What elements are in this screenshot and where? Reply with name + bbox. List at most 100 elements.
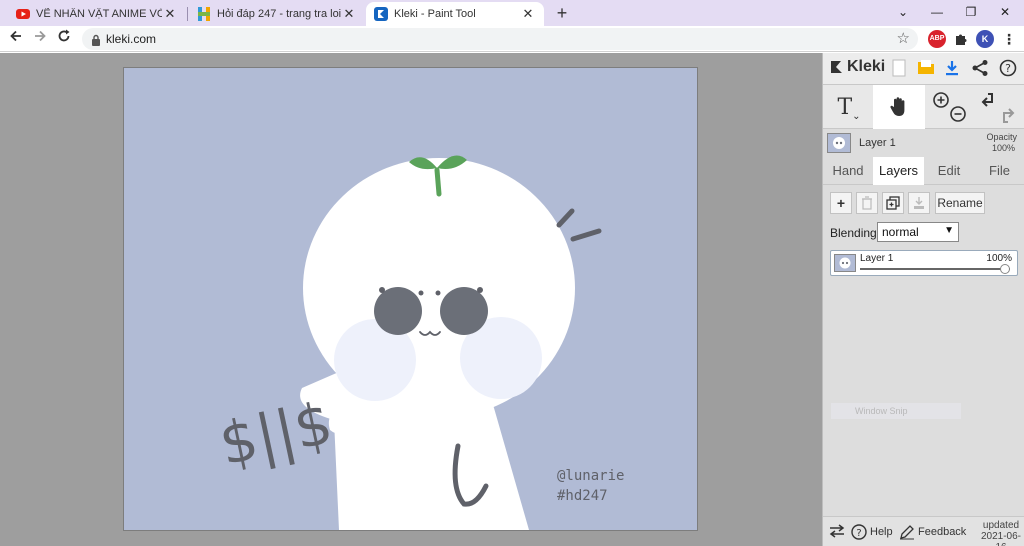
- motion-line-1: [556, 208, 575, 228]
- opacity-value: 100%: [991, 143, 1015, 153]
- tab-youtube[interactable]: VẼ NHÂN VẬT ANIME VỚI MEDI ✕: [8, 2, 186, 26]
- minimize-button[interactable]: —: [922, 2, 952, 22]
- kleki-logo-icon: [831, 61, 842, 73]
- more-menu-icon[interactable]: ⋮: [1000, 30, 1018, 48]
- eye-left: [374, 287, 422, 335]
- open-folder-icon[interactable]: [917, 59, 937, 79]
- puzzle-extension-icon[interactable]: [952, 30, 970, 48]
- eye-ear-right: [477, 287, 483, 293]
- new-tab-button[interactable]: +: [552, 3, 572, 23]
- lock-icon: [91, 33, 101, 46]
- blending-value: normal: [882, 225, 919, 239]
- new-image-icon[interactable]: [891, 59, 911, 79]
- tab-title: Hỏi đáp 247 - trang tra loi: [217, 8, 341, 20]
- bookmark-star-icon[interactable]: ☆: [897, 29, 910, 47]
- tab-search-chevron-icon[interactable]: ⌄: [888, 2, 918, 22]
- updated-info: updated 2021-06-16: [977, 520, 1024, 546]
- restore-button[interactable]: ❐: [956, 2, 986, 22]
- merge-down-icon[interactable]: [908, 192, 930, 214]
- zoom-in-icon[interactable]: [933, 92, 949, 108]
- feedback-label: Feedback: [918, 526, 967, 538]
- layer-list-item[interactable]: Layer 1 100%: [830, 250, 1018, 276]
- eye-right: [440, 287, 488, 335]
- tab-edit[interactable]: Edit: [924, 157, 974, 185]
- adblock-icon[interactable]: ABP: [928, 30, 946, 48]
- slider-handle[interactable]: [1000, 264, 1010, 274]
- artwork: $||$ @lunarie #hd247: [214, 155, 624, 530]
- window-close-button[interactable]: ✕: [990, 2, 1020, 22]
- rename-layer-button[interactable]: Rename: [935, 192, 985, 214]
- tab-title: Kleki - Paint Tool: [394, 8, 476, 20]
- layer-thumbnail: [827, 133, 851, 153]
- youtube-icon: [16, 7, 30, 21]
- help-label: Help: [870, 526, 893, 538]
- svg-text:?: ?: [856, 528, 861, 539]
- feedback-button[interactable]: Feedback: [899, 524, 966, 540]
- canvas-workspace[interactable]: $||$ @lunarie #hd247: [0, 53, 822, 546]
- layer-opacity-slider[interactable]: [860, 264, 1010, 274]
- chevron-down-icon: ▼: [944, 225, 954, 236]
- tool-panel: Kleki ? T ⌄ Layer 1 Opacity 100% Hand La…: [822, 53, 1024, 546]
- kleki-logo[interactable]: Kleki: [829, 58, 885, 76]
- tool-bar: T ⌄: [823, 85, 1024, 129]
- tab-hoidap[interactable]: Hỏi đáp 247 - trang tra loi ✕: [189, 2, 365, 26]
- swap-arrows-icon[interactable]: [829, 524, 845, 541]
- history-tools: [975, 85, 1021, 129]
- text-tool-icon[interactable]: T ⌄: [827, 85, 871, 129]
- tab-divider: [187, 7, 188, 21]
- trash-icon[interactable]: [856, 192, 878, 214]
- close-icon[interactable]: ✕: [341, 6, 357, 22]
- address-bar[interactable]: kleki.com ☆: [82, 28, 918, 50]
- tab-layers[interactable]: Layers: [873, 157, 924, 185]
- eye-ear-left: [379, 287, 385, 293]
- panel-tabs: Hand Layers Edit File: [823, 157, 1024, 185]
- close-icon[interactable]: ✕: [520, 6, 536, 22]
- layer-opacity-fill: [860, 268, 1010, 270]
- chevron-down-icon[interactable]: ⌄: [852, 111, 860, 122]
- layer-thumbnail: [834, 254, 856, 272]
- panel-footer: ? Help Feedback updated 2021-06-16: [823, 516, 1024, 546]
- redo-icon[interactable]: [1003, 108, 1015, 123]
- add-layer-button[interactable]: +: [830, 192, 852, 214]
- blending-label: Blending: [830, 226, 877, 240]
- zoom-out-icon[interactable]: [950, 106, 966, 122]
- updated-date: 2021-06-16: [980, 531, 1022, 546]
- back-arrow-icon[interactable]: [6, 29, 26, 49]
- dollar-doodle: $||$: [214, 389, 339, 479]
- drawing-canvas[interactable]: $||$ @lunarie #hd247: [123, 67, 698, 531]
- download-icon[interactable]: [943, 59, 963, 79]
- browser-toolbar: kleki.com ☆ ABP K ⋮: [0, 26, 1024, 52]
- share-icon[interactable]: [971, 59, 991, 79]
- reload-icon[interactable]: [54, 29, 74, 49]
- help-circle-icon[interactable]: ?: [999, 59, 1019, 79]
- layer-item-name: Layer 1: [860, 253, 894, 264]
- current-layer-bar[interactable]: Layer 1 Opacity 100%: [823, 129, 1024, 157]
- forward-arrow-icon[interactable]: [30, 29, 50, 49]
- browser-tab-strip: VẼ NHÂN VẬT ANIME VỚI MEDI ✕ Hỏi đáp 247…: [0, 0, 1024, 26]
- hoidap-icon: [197, 7, 211, 21]
- tab-title: VẼ NHÂN VẬT ANIME VỚI MEDI: [36, 8, 162, 20]
- pencil-icon: [900, 525, 914, 540]
- url-text: kleki.com: [106, 32, 157, 46]
- panel-header: Kleki ?: [823, 53, 1024, 85]
- blending-select[interactable]: normal ▼: [877, 222, 959, 242]
- help-circle-icon: ?: [851, 524, 867, 540]
- window-snip-overlay: Window Snip: [831, 403, 961, 419]
- duplicate-layer-icon[interactable]: [882, 192, 904, 214]
- tab-hand[interactable]: Hand: [823, 157, 873, 185]
- brow-dot-right: [435, 290, 441, 296]
- sprout-stem: [434, 167, 442, 197]
- tab-kleki[interactable]: Kleki - Paint Tool ✕: [366, 2, 544, 26]
- help-button[interactable]: ? Help: [851, 524, 893, 540]
- svg-text:?: ?: [1005, 62, 1011, 75]
- updated-label: updated: [982, 520, 1020, 531]
- undo-icon[interactable]: [981, 93, 993, 107]
- hand-tool-icon[interactable]: [873, 85, 925, 129]
- close-icon[interactable]: ✕: [162, 6, 178, 22]
- app-name: Kleki: [847, 58, 886, 75]
- watermark-handle: @lunarie: [557, 468, 624, 484]
- brow-dot-left: [418, 290, 424, 296]
- tab-file[interactable]: File: [974, 157, 1024, 185]
- layer-item-opacity: 100%: [986, 253, 1012, 264]
- profile-avatar[interactable]: K: [976, 30, 994, 48]
